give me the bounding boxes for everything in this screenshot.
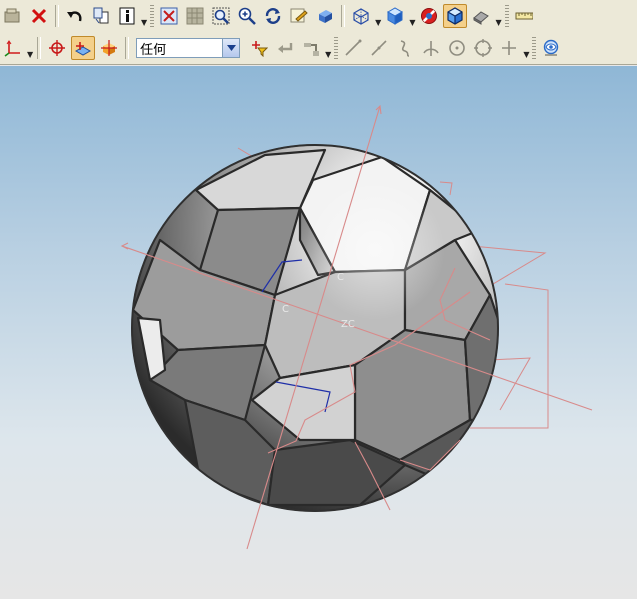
- chevron-down-icon[interactable]: [222, 39, 240, 57]
- zoom-window-button[interactable]: [209, 4, 233, 28]
- chevron-down-icon[interactable]: ▼: [523, 50, 529, 59]
- measure-button[interactable]: [512, 4, 536, 28]
- snap-point-button[interactable]: [45, 36, 69, 60]
- body-select-icon: [101, 40, 118, 56]
- line-icon: [345, 39, 362, 56]
- snap-end-point-button[interactable]: [341, 36, 365, 60]
- zoom-icon: [238, 7, 257, 25]
- shaded-view-button[interactable]: [313, 4, 337, 28]
- eraser-icon: [473, 11, 490, 25]
- snap-control-point-button[interactable]: [393, 36, 417, 60]
- axes-icon: [4, 40, 20, 57]
- toolbar-separator: [341, 5, 346, 27]
- return-arrow-icon: [278, 43, 293, 53]
- snap-existing-point-button[interactable]: [497, 36, 521, 60]
- plus-icon: [502, 41, 517, 55]
- info-icon: [119, 7, 135, 25]
- save-view-icon: [290, 8, 308, 23]
- close-icon: [31, 8, 47, 24]
- delete-button[interactable]: [27, 4, 51, 28]
- cube-icon: [319, 10, 333, 23]
- snap-settings-icon: [304, 43, 320, 56]
- toolbar-selection: ▼ 任何 ▼ ▼: [0, 32, 637, 65]
- isometric-cube-icon: [387, 7, 404, 25]
- view-manager-icon: [544, 39, 559, 56]
- hide-object-button[interactable]: [417, 4, 441, 28]
- rotate-view-button[interactable]: [261, 4, 285, 28]
- view-manager-button[interactable]: [539, 36, 563, 60]
- select-feature-button[interactable]: [71, 36, 96, 60]
- display-mode-button[interactable]: [469, 4, 493, 28]
- toolbar-grip[interactable]: [504, 5, 509, 27]
- undo-button[interactable]: [63, 4, 87, 28]
- circle-quadrant-icon: [474, 39, 493, 57]
- info-button[interactable]: [115, 4, 139, 28]
- snap-intersection-button[interactable]: [419, 36, 443, 60]
- no-entry-icon: [421, 8, 438, 24]
- chevron-down-icon[interactable]: ▼: [325, 50, 331, 59]
- wireframe-view-button[interactable]: [349, 4, 373, 28]
- fit-view-button[interactable]: [157, 4, 181, 28]
- chevron-down-icon[interactable]: ▼: [409, 18, 415, 27]
- chevron-down-icon[interactable]: ▼: [495, 18, 501, 27]
- graphics-viewport[interactable]: C C ZC: [0, 66, 637, 599]
- axis-label-c1: C: [337, 272, 344, 283]
- zoom-window-icon: [212, 7, 230, 25]
- snap-settings-button[interactable]: [299, 36, 323, 60]
- open-part-button[interactable]: [1, 4, 25, 28]
- deselect-button[interactable]: [273, 36, 297, 60]
- wireframe-cube-icon: [353, 8, 369, 25]
- zoom-in-out-button[interactable]: [235, 4, 259, 28]
- chevron-down-icon[interactable]: ▼: [27, 50, 33, 59]
- save-view-button[interactable]: [287, 4, 311, 28]
- select-body-button[interactable]: [97, 36, 121, 60]
- toolbar-separator: [125, 37, 130, 59]
- toolbar-grip[interactable]: [150, 5, 155, 27]
- chevron-down-icon[interactable]: ▼: [375, 18, 381, 27]
- curve-icon: [401, 40, 410, 57]
- snap-arc-center-button[interactable]: [445, 36, 469, 60]
- undo-icon: [67, 11, 82, 22]
- circle-center-icon: [449, 40, 466, 56]
- selection-filter-combo[interactable]: 任何: [136, 38, 241, 58]
- fit-icon: [160, 7, 178, 25]
- intersection-icon: [423, 41, 439, 56]
- chevron-down-icon[interactable]: ▼: [141, 18, 147, 27]
- filter-icon: [252, 41, 269, 57]
- feature-select-icon: [75, 42, 92, 56]
- toolbar-separator: [55, 5, 59, 27]
- snap-quadrant-button[interactable]: [471, 36, 495, 60]
- soccer-ball-model[interactable]: [131, 144, 505, 512]
- rotate-icon: [265, 8, 281, 24]
- selection-filter-value: 任何: [140, 42, 167, 58]
- open-part-icon: [4, 8, 20, 23]
- axis-label-zc: ZC: [341, 319, 355, 330]
- crosshair-icon: [49, 40, 66, 56]
- copy-icon: [93, 7, 109, 24]
- ruler-icon: [515, 12, 533, 20]
- wcs-orient-button[interactable]: [1, 36, 25, 60]
- shaded-cube-icon: [447, 7, 464, 25]
- axis-label-c2: C: [282, 304, 289, 315]
- isometric-view-button[interactable]: [383, 4, 407, 28]
- model-scene[interactable]: C C ZC: [0, 66, 637, 599]
- selection-filter-button[interactable]: [247, 36, 271, 60]
- toolbar-standard: ▼ ▼ ▼ ▼: [0, 0, 637, 33]
- shaded-edges-button[interactable]: [443, 4, 468, 28]
- toolbar-grip[interactable]: [532, 37, 537, 59]
- toolbar-grip[interactable]: [334, 37, 339, 59]
- grid-icon: [186, 7, 204, 25]
- line-mid-icon: [371, 40, 387, 56]
- copy-object-button[interactable]: [89, 4, 113, 28]
- refresh-view-button[interactable]: [183, 4, 207, 28]
- toolbar-separator: [37, 37, 42, 59]
- snap-mid-point-button[interactable]: [367, 36, 391, 60]
